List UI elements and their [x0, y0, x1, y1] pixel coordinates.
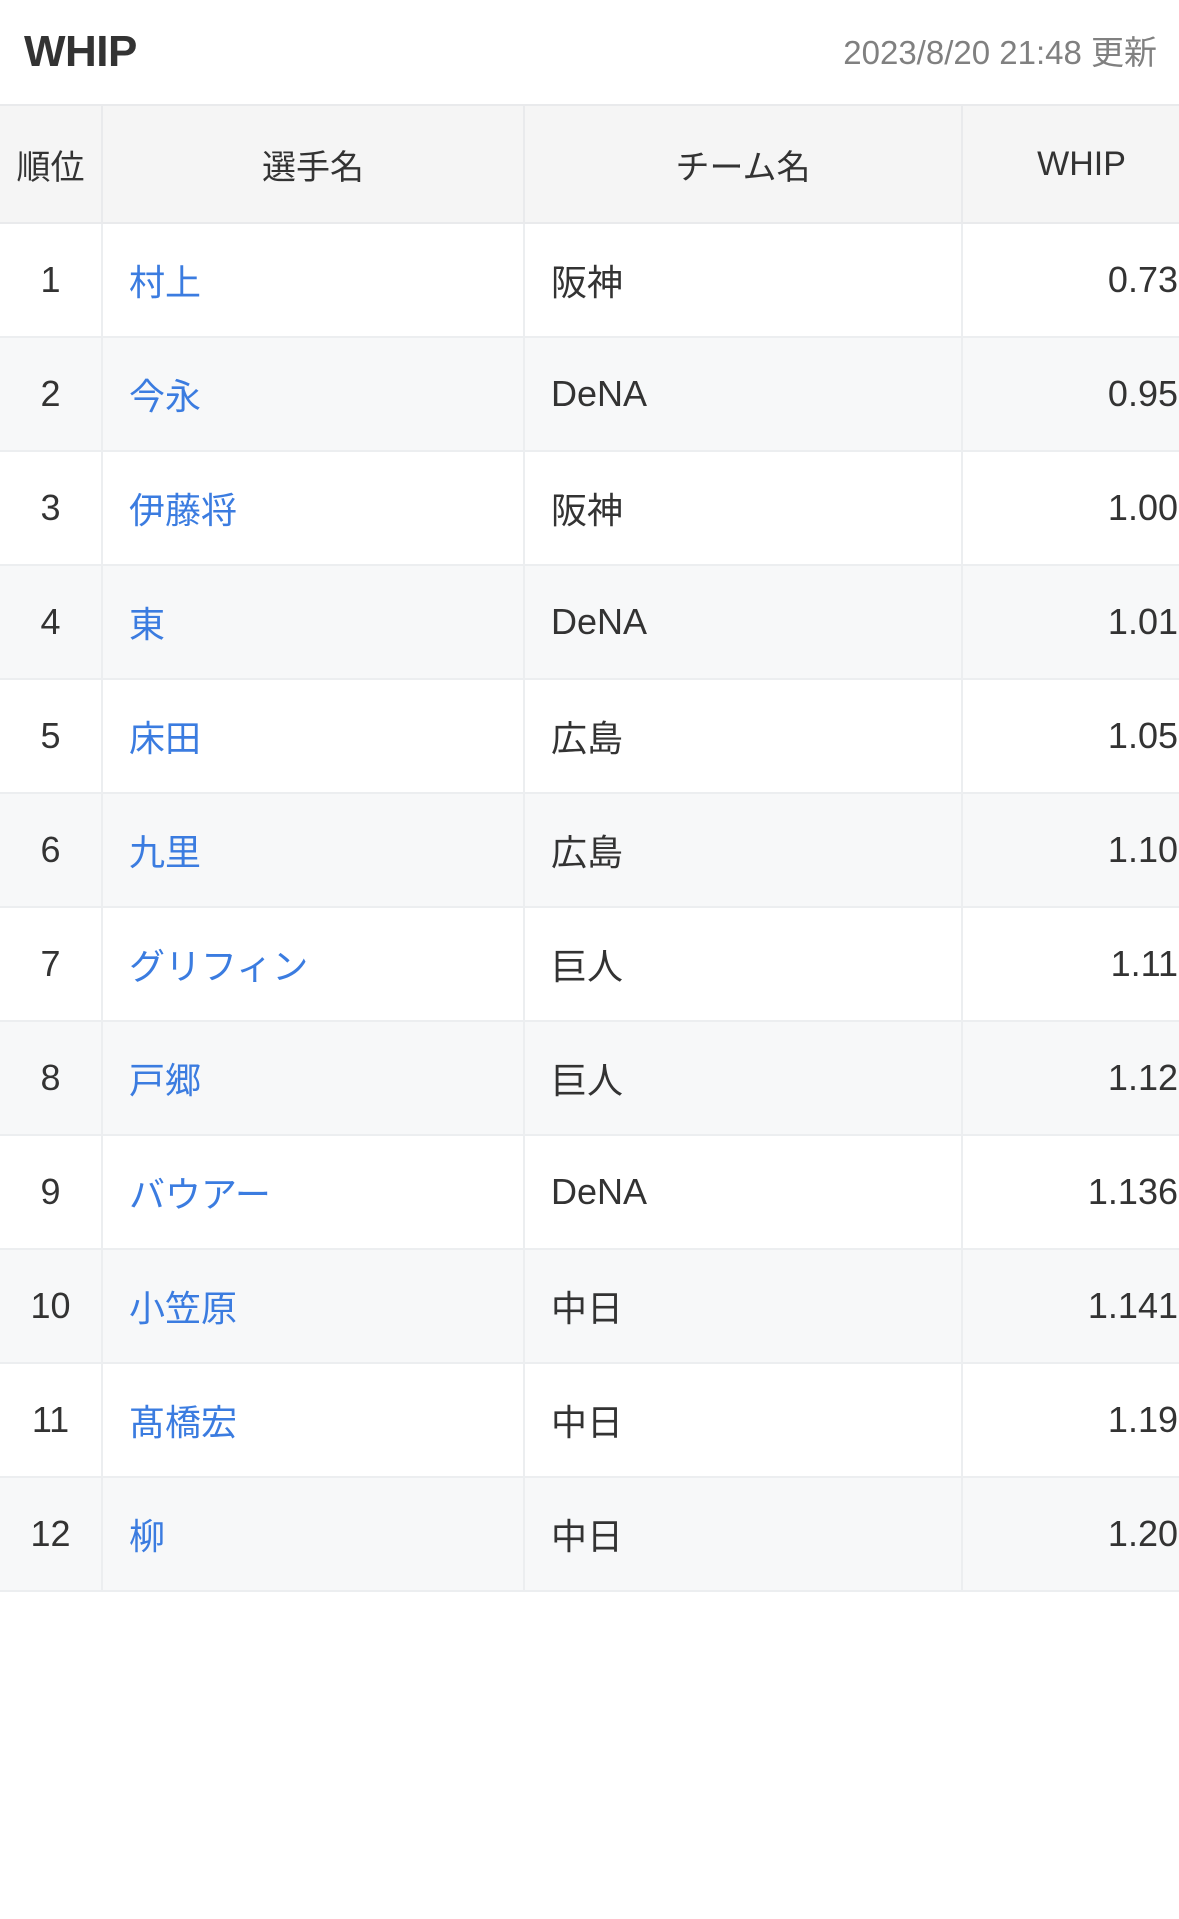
table-row: 3 伊藤将 阪神1.00: [0, 451, 1179, 565]
player-name-link[interactable]: バウアー: [129, 1174, 271, 1215]
table-row: 7 グリフィン 巨人1.11: [0, 907, 1179, 1021]
cell-player-name: 戸郷: [102, 1021, 524, 1135]
page-header: WHIP 2023/8/20 21:48 更新: [0, 0, 1179, 104]
page-title: WHIP: [24, 30, 137, 74]
table-header-row: 順位 選手名 チーム名 WHIP: [0, 105, 1179, 223]
cell-team-name: DeNA: [524, 1135, 962, 1249]
cell-whip-value: 0.73: [962, 223, 1179, 337]
column-header-player-name[interactable]: 選手名: [102, 105, 524, 223]
table-row: 4東 DeNA1.01: [0, 565, 1179, 679]
cell-whip-value: 1.10: [962, 793, 1179, 907]
player-name-link[interactable]: 今永: [129, 376, 201, 417]
table-row: 2 今永 DeNA0.95: [0, 337, 1179, 451]
cell-rank: 9: [0, 1135, 102, 1249]
table-row: 6 九里 広島1.10: [0, 793, 1179, 907]
cell-rank: 3: [0, 451, 102, 565]
player-name-link[interactable]: 村上: [129, 262, 201, 303]
table-row: 10 小笠原 中日1.141: [0, 1249, 1179, 1363]
cell-team-name: 巨人: [524, 1021, 962, 1135]
cell-whip-value: 1.05: [962, 679, 1179, 793]
table-row: 12 柳 中日1.20: [0, 1477, 1179, 1591]
cell-team-name: DeNA: [524, 565, 962, 679]
cell-team-name: 阪神: [524, 223, 962, 337]
cell-rank: 2: [0, 337, 102, 451]
cell-player-name: 九里: [102, 793, 524, 907]
column-header-team-name[interactable]: チーム名: [524, 105, 962, 223]
player-name-link[interactable]: グリフィン: [129, 946, 308, 987]
player-name-link[interactable]: 小笠原: [129, 1288, 237, 1329]
ranking-table: 順位 選手名 チーム名 WHIP 1村上阪神0.732今永DeNA0.953伊藤…: [0, 104, 1179, 1592]
cell-team-name: 広島: [524, 679, 962, 793]
cell-rank: 5: [0, 679, 102, 793]
cell-player-name: バウアー: [102, 1135, 524, 1249]
cell-team-name: 阪神: [524, 451, 962, 565]
cell-rank: 12: [0, 1477, 102, 1591]
cell-rank: 8: [0, 1021, 102, 1135]
cell-rank: 11: [0, 1363, 102, 1477]
cell-player-name: 小笠原: [102, 1249, 524, 1363]
cell-team-name: 中日: [524, 1249, 962, 1363]
cell-player-name: 床田: [102, 679, 524, 793]
cell-whip-value: 1.141: [962, 1249, 1179, 1363]
cell-player-name: 東: [102, 565, 524, 679]
table-row: 9 バウアー DeNA1.136: [0, 1135, 1179, 1249]
cell-whip-value: 0.95: [962, 337, 1179, 451]
table-row: 1 村上 阪神0.73: [0, 223, 1179, 337]
cell-team-name: 巨人: [524, 907, 962, 1021]
column-header-whip[interactable]: WHIP: [962, 105, 1179, 223]
table-row: 5 床田 広島1.05: [0, 679, 1179, 793]
ranking-table-container: 順位 選手名 チーム名 WHIP 1村上阪神0.732今永DeNA0.953伊藤…: [0, 104, 1179, 1592]
cell-whip-value: 1.01: [962, 565, 1179, 679]
last-updated-timestamp: 2023/8/20 21:48 更新: [843, 36, 1157, 69]
cell-player-name: グリフィン: [102, 907, 524, 1021]
cell-whip-value: 1.136: [962, 1135, 1179, 1249]
cell-rank: 10: [0, 1249, 102, 1363]
cell-whip-value: 1.12: [962, 1021, 1179, 1135]
table-row: 8 戸郷 巨人1.12: [0, 1021, 1179, 1135]
cell-player-name: 柳: [102, 1477, 524, 1591]
player-name-link[interactable]: 東: [129, 604, 165, 645]
player-name-link[interactable]: 伊藤将: [129, 490, 237, 531]
cell-player-name: 今永: [102, 337, 524, 451]
cell-rank: 4: [0, 565, 102, 679]
cell-team-name: DeNA: [524, 337, 962, 451]
cell-rank: 7: [0, 907, 102, 1021]
cell-rank: 6: [0, 793, 102, 907]
cell-team-name: 中日: [524, 1363, 962, 1477]
cell-whip-value: 1.20: [962, 1477, 1179, 1591]
cell-team-name: 広島: [524, 793, 962, 907]
cell-rank: 1: [0, 223, 102, 337]
player-name-link[interactable]: 床田: [129, 718, 201, 759]
cell-player-name: 村上: [102, 223, 524, 337]
cell-player-name: 髙橋宏: [102, 1363, 524, 1477]
cell-team-name: 中日: [524, 1477, 962, 1591]
player-name-link[interactable]: 柳: [129, 1516, 165, 1557]
player-name-link[interactable]: 髙橋宏: [129, 1402, 237, 1443]
column-header-rank[interactable]: 順位: [0, 105, 102, 223]
cell-whip-value: 1.11: [962, 907, 1179, 1021]
table-body: 1村上阪神0.732今永DeNA0.953伊藤将阪神1.004東DeNA1.01…: [0, 223, 1179, 1591]
cell-whip-value: 1.00: [962, 451, 1179, 565]
player-name-link[interactable]: 九里: [129, 832, 201, 873]
cell-whip-value: 1.19: [962, 1363, 1179, 1477]
cell-player-name: 伊藤将: [102, 451, 524, 565]
table-header: 順位 選手名 チーム名 WHIP: [0, 105, 1179, 223]
table-row: 11 髙橋宏 中日1.19: [0, 1363, 1179, 1477]
player-name-link[interactable]: 戸郷: [129, 1060, 201, 1101]
